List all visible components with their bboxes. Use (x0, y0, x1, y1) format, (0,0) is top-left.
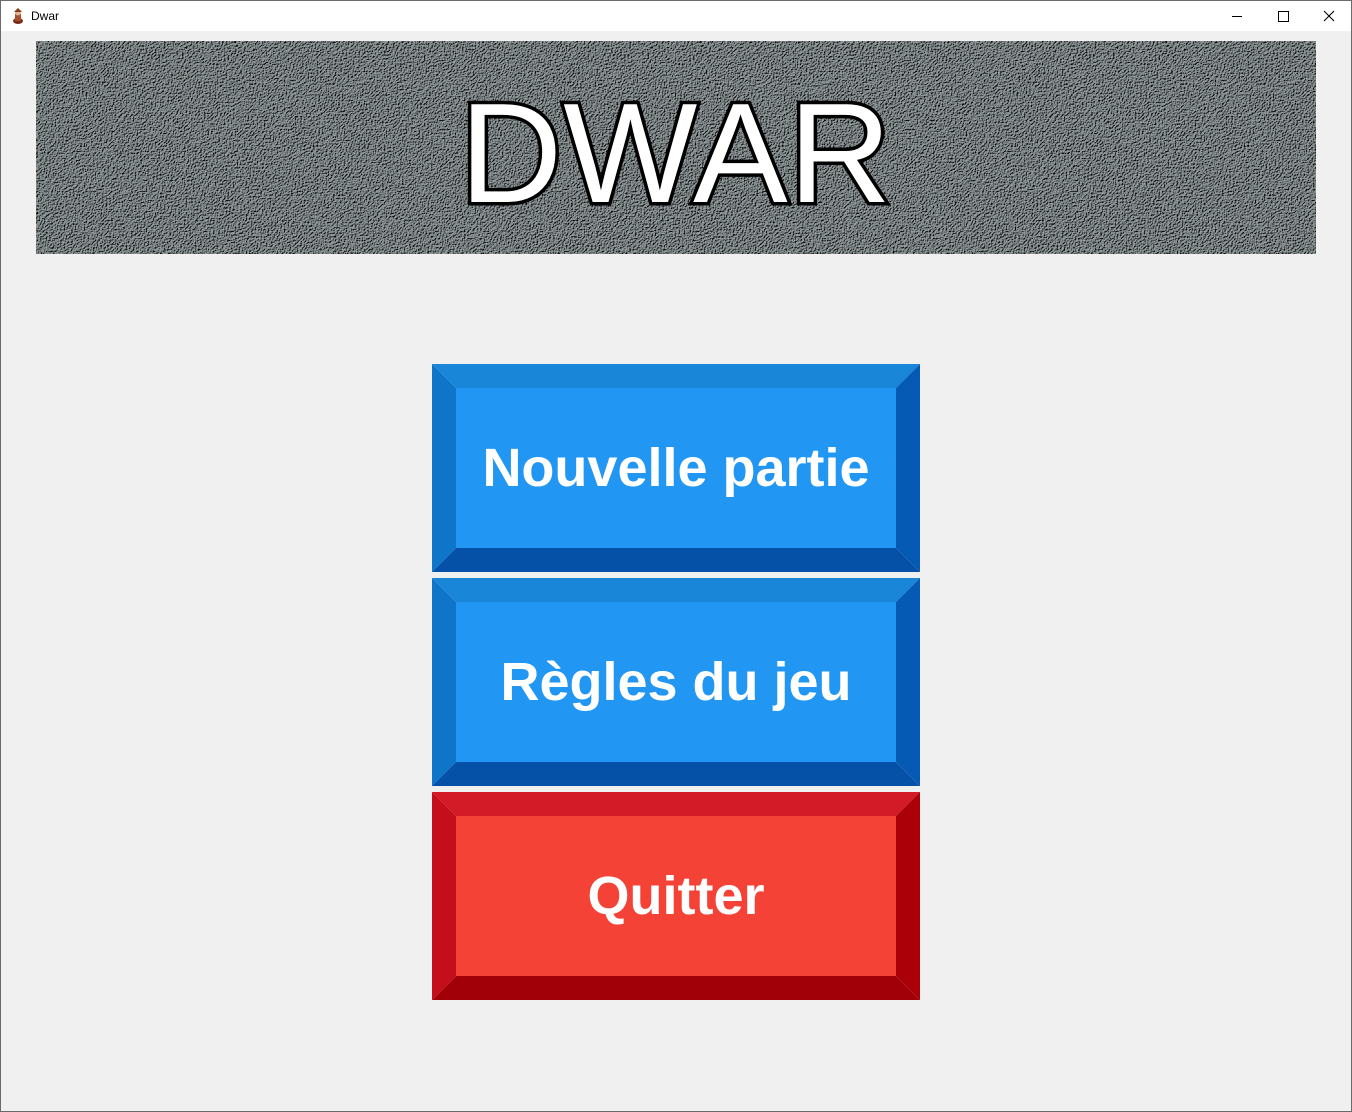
close-icon (1323, 10, 1335, 22)
game-title: DWAR (456, 74, 895, 233)
minimize-button[interactable] (1214, 1, 1260, 31)
new-game-label: Nouvelle partie (482, 438, 870, 498)
close-button[interactable] (1306, 1, 1352, 31)
rules-button[interactable]: Règles du jeu (432, 578, 920, 786)
window-title: Dwar (31, 9, 60, 23)
title-banner: DWAR (36, 41, 1316, 254)
maximize-button[interactable] (1260, 1, 1306, 31)
quit-label: Quitter (587, 866, 765, 926)
rules-label: Règles du jeu (500, 652, 852, 712)
title-bar[interactable]: Dwar (1, 1, 1351, 31)
app-icon (11, 8, 25, 24)
app-window: Dwar DWAR Nouvelle partie Règles du jeu … (0, 0, 1352, 1112)
maximize-icon (1278, 11, 1289, 22)
main-menu: DWAR Nouvelle partie Règles du jeu Quitt… (1, 31, 1351, 1111)
minimize-icon (1232, 16, 1242, 17)
quit-button[interactable]: Quitter (432, 792, 920, 1000)
new-game-button[interactable]: Nouvelle partie (432, 364, 920, 572)
